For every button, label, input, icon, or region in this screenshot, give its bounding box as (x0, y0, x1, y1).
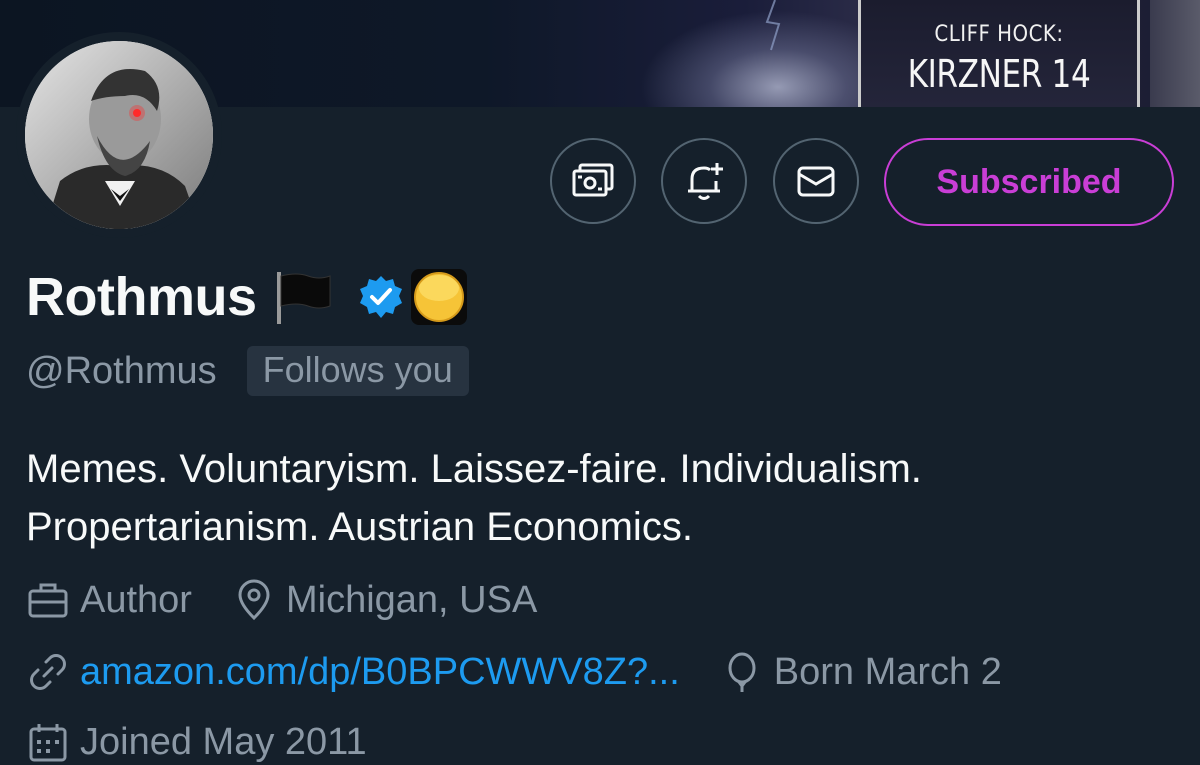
coin-emoji-icon (411, 269, 468, 325)
profile-bio: Memes. Voluntaryism. Laissez-faire. Indi… (26, 440, 1176, 556)
joined-text: Joined May 2011 (80, 720, 367, 763)
calendar-icon (29, 724, 67, 762)
display-name: Rothmus (26, 267, 257, 327)
banner-edge (1150, 0, 1200, 107)
website-link[interactable]: amazon.com/dp/B0BPCWWV8Z?... (80, 651, 680, 694)
follows-you-badge: Follows you (246, 346, 469, 396)
avatar[interactable] (25, 41, 213, 229)
occupation-item: Author (26, 578, 192, 622)
location-text: Michigan, USA (285, 578, 538, 621)
location-item: Michigan, USA (232, 578, 537, 622)
handle-row: @Rothmus Follows you (26, 346, 469, 396)
lightning-icon (765, 0, 781, 51)
link-icon (30, 654, 66, 690)
avatar-portrait-icon (25, 41, 213, 229)
bio-line: Memes. Voluntaryism. Laissez-faire. Indi… (26, 447, 922, 491)
book-title: KIRZNER 14 (907, 52, 1091, 96)
notifications-button[interactable] (661, 138, 747, 224)
profile-meta-row-3: Joined May 2011 (26, 720, 367, 764)
verified-badge-icon[interactable] (358, 274, 404, 320)
display-name-row: Rothmus (26, 264, 468, 330)
location-pin-icon (238, 579, 270, 621)
subscribed-button[interactable]: Subscribed (884, 138, 1174, 226)
tip-button[interactable] (550, 138, 636, 224)
banner-book-cover: CLIFF HOCK: KIRZNER 14 (858, 0, 1140, 107)
message-button[interactable] (773, 138, 859, 224)
bio-line: Propertarianism. Austrian Economics. (26, 505, 693, 549)
bell-plus-icon (688, 163, 723, 200)
birthday-item: Born March 2 (720, 650, 1002, 694)
money-icon (572, 163, 614, 197)
profile-meta-row-2: amazon.com/dp/B0BPCWWV8Z?... Born March … (26, 650, 1002, 694)
joined-item: Joined May 2011 (26, 720, 367, 764)
birthday-text: Born March 2 (773, 650, 1002, 693)
briefcase-icon (28, 583, 68, 618)
black-flag-icon (277, 272, 331, 324)
book-series: CLIFF HOCK: (934, 22, 1064, 47)
mail-icon (797, 166, 835, 197)
occupation-text: Author (80, 578, 192, 621)
balloon-icon (728, 652, 756, 692)
website-item[interactable]: amazon.com/dp/B0BPCWWV8Z?... (26, 650, 680, 694)
user-handle: @Rothmus (26, 349, 217, 392)
profile-meta-row: Author Michigan, USA (26, 578, 537, 622)
